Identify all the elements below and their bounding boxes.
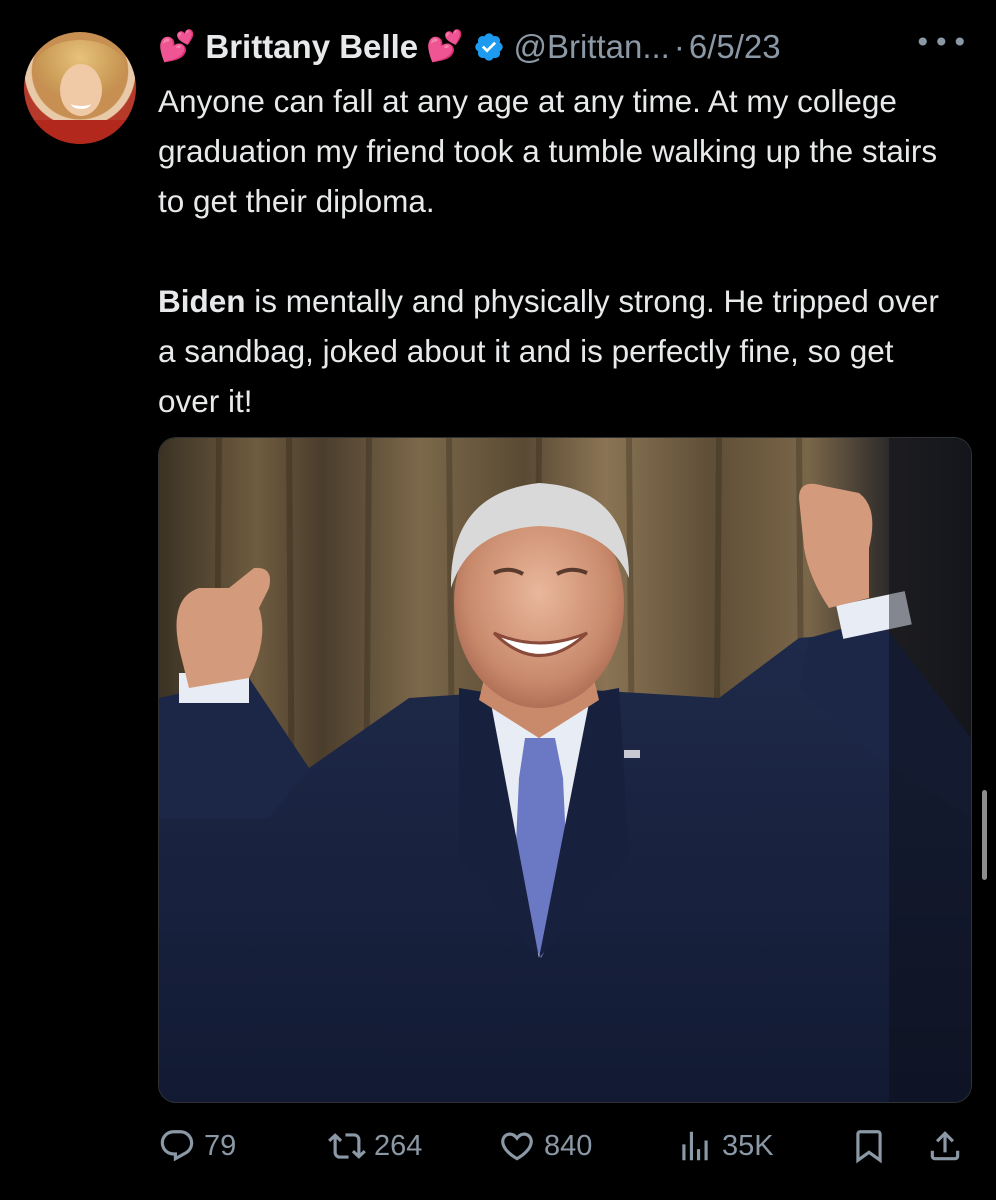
tweet-header: 💕 Brittany Belle 💕 @Brittan... · 6/5/23 …: [158, 22, 978, 72]
avatar[interactable]: [24, 32, 136, 144]
views-count: 35K: [722, 1129, 774, 1162]
tweet-actions: 79 264 840 35K: [158, 1120, 970, 1172]
share-button[interactable]: [926, 1120, 964, 1172]
reply-button[interactable]: 79: [158, 1120, 236, 1172]
tweet-container[interactable]: 💕 Brittany Belle 💕 @Brittan... · 6/5/23 …: [0, 0, 996, 1200]
like-icon: [501, 1132, 533, 1161]
avatar-shirt: [24, 120, 136, 144]
share-icon: [930, 1131, 960, 1161]
display-name[interactable]: Brittany Belle: [205, 28, 418, 66]
avatar-smile: [71, 98, 91, 109]
tweet-paragraph-2: Biden is mentally and physically strong.…: [158, 276, 958, 426]
like-count: 840: [544, 1129, 593, 1162]
reply-icon: [160, 1130, 194, 1162]
scrollbar-thumb[interactable]: [982, 790, 987, 880]
tweet-text: Anyone can fall at any age at any time. …: [158, 76, 958, 426]
tweet-paragraph-1: Anyone can fall at any age at any time. …: [158, 83, 938, 219]
heart-emoji-left: 💕: [158, 29, 196, 64]
more-options-icon[interactable]: •••: [914, 26, 970, 59]
verified-badge-icon: [475, 33, 504, 61]
repost-count: 264: [374, 1129, 423, 1162]
views-button[interactable]: 35K: [676, 1120, 774, 1172]
heart-emoji-right: 💕: [426, 29, 464, 64]
like-button[interactable]: 840: [498, 1120, 592, 1172]
separator-dot: ·: [673, 28, 685, 65]
bookmark-icon: [856, 1130, 882, 1164]
tweet-paragraph-2-rest: is mentally and physically strong. He tr…: [158, 283, 939, 419]
bookmark-button[interactable]: [850, 1120, 888, 1172]
repost-button[interactable]: 264: [328, 1120, 422, 1172]
views-icon: [682, 1131, 708, 1161]
repost-icon: [328, 1133, 366, 1159]
tweet-bold-word: Biden: [158, 283, 246, 319]
photo-illustration: [159, 438, 971, 1102]
reply-count: 79: [204, 1129, 237, 1162]
tweet-date[interactable]: 6/5/23: [689, 28, 781, 66]
tweet-media-image[interactable]: [158, 437, 972, 1103]
handle[interactable]: @Brittan...: [513, 28, 669, 66]
